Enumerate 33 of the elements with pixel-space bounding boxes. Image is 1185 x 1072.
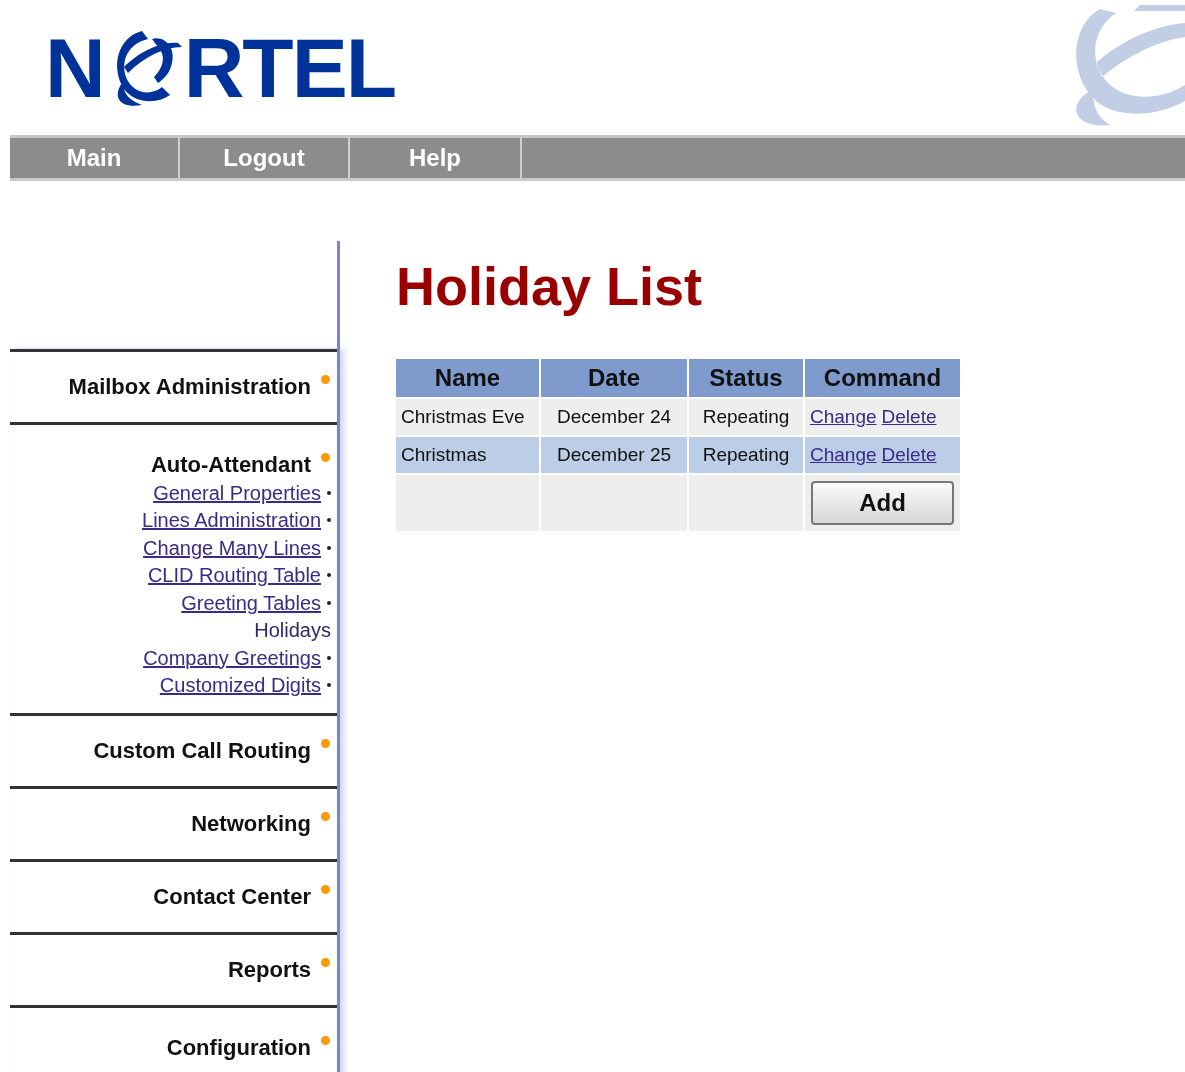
- command-link[interactable]: Delete: [881, 443, 937, 465]
- table-cell: Christmas: [396, 437, 539, 473]
- menu-link[interactable]: Customized Digits: [159, 670, 321, 701]
- column-header: Date: [541, 359, 687, 397]
- bullet-icon: [327, 518, 331, 523]
- section-link[interactable]: Auto-Attendant: [150, 451, 311, 479]
- logo-text: N: [45, 25, 104, 110]
- column-header: Name: [396, 359, 539, 397]
- bullet-icon: [327, 600, 331, 605]
- column-header: Status: [689, 359, 803, 397]
- bullet-icon: [327, 683, 331, 688]
- table-cell: Christmas Eve: [396, 399, 539, 435]
- logo-text: RTEL: [183, 25, 395, 110]
- bullet-icon: [327, 655, 331, 660]
- table-cell: Repeating: [689, 399, 803, 435]
- command-link[interactable]: Delete: [881, 405, 937, 427]
- table-cell: Repeating: [689, 437, 803, 473]
- section-link[interactable]: Networking: [191, 810, 311, 838]
- command-link[interactable]: Change: [810, 405, 877, 427]
- section-link[interactable]: Reports: [227, 956, 311, 984]
- section-link[interactable]: Contact Center: [153, 883, 311, 911]
- table-cell: December 25: [541, 437, 687, 473]
- section-link[interactable]: Custom Call Routing: [93, 737, 311, 765]
- bullet-icon: [327, 490, 331, 495]
- bullet-icon: [327, 573, 331, 578]
- table-cell: December 24: [541, 399, 687, 435]
- menu-link[interactable]: General Properties: [153, 477, 321, 508]
- command-link[interactable]: Change: [810, 443, 877, 465]
- column-header: Command: [805, 359, 960, 397]
- add-button[interactable]: Add: [811, 481, 954, 525]
- bullet-icon: [327, 545, 331, 550]
- section-link[interactable]: Mailbox Administration: [68, 373, 311, 401]
- section-link[interactable]: Configuration: [166, 1034, 311, 1062]
